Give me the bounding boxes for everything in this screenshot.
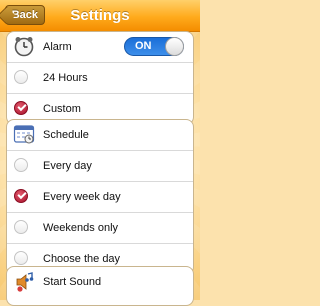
start-sound-row[interactable]: Start Sound bbox=[7, 267, 193, 297]
radio-weekends-only[interactable] bbox=[14, 220, 28, 234]
navigation-bar: Settings Back bbox=[0, 0, 200, 32]
radio-custom-checked[interactable] bbox=[14, 101, 28, 115]
radio-choose-the-day[interactable] bbox=[14, 251, 28, 265]
schedule-group: Schedule Every day Every week day Weeken… bbox=[6, 119, 194, 275]
option-every-week-day[interactable]: Every week day bbox=[7, 181, 193, 212]
option-weekends-only[interactable]: Weekends only bbox=[7, 212, 193, 243]
schedule-label: Schedule bbox=[43, 129, 89, 141]
option-label: 24 Hours bbox=[43, 72, 88, 84]
alarm-toggle-state: ON bbox=[135, 40, 152, 52]
schedule-header-row: Schedule bbox=[7, 120, 193, 150]
option-label: Choose the day bbox=[43, 253, 121, 265]
option-label: Weekends only bbox=[43, 222, 119, 234]
clock-icon bbox=[14, 37, 34, 57]
alarm-label: Alarm bbox=[43, 41, 72, 53]
start-sound-label: Start Sound bbox=[43, 276, 102, 288]
sound-group: Start Sound bbox=[6, 266, 194, 306]
option-24-hours[interactable]: 24 Hours bbox=[7, 62, 193, 93]
option-every-day[interactable]: Every day bbox=[7, 150, 193, 181]
speaker-note-icon bbox=[16, 272, 34, 292]
option-label: Custom bbox=[43, 103, 81, 115]
radio-every-day[interactable] bbox=[14, 158, 28, 172]
alarm-group: Alarm ON 24 Hours Custom bbox=[6, 31, 194, 125]
radio-24-hours[interactable] bbox=[14, 70, 28, 84]
option-label: Every day bbox=[43, 160, 92, 172]
option-label: Every week day bbox=[43, 191, 121, 203]
toggle-knob bbox=[165, 37, 184, 56]
alarm-row: Alarm ON bbox=[7, 32, 193, 62]
radio-every-week-day-checked[interactable] bbox=[14, 189, 28, 203]
alarm-toggle[interactable]: ON bbox=[124, 37, 184, 56]
calendar-icon bbox=[13, 125, 35, 144]
back-button[interactable]: Back bbox=[5, 5, 45, 25]
